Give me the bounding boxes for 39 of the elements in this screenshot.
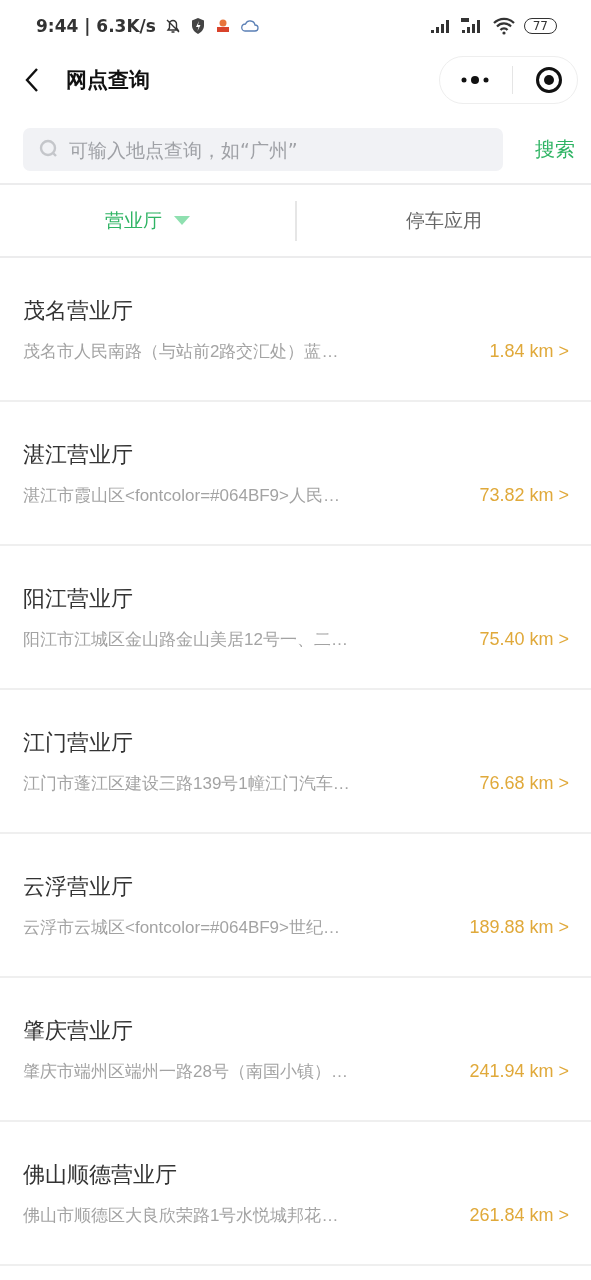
branch-name: 阳江营业厅 <box>23 584 134 613</box>
branch-distance: 189.88 km > <box>469 916 569 938</box>
page-title: 网点查询 <box>66 66 150 94</box>
branch-name: 佛山顺德营业厅 <box>23 1160 178 1189</box>
status-time: 9:44 | 6.3K/s <box>36 16 156 36</box>
branch-address: 阳江市江城区金山路金山美居12号一、二… <box>23 628 349 651</box>
close-target-icon[interactable] <box>535 65 563 94</box>
branch-address: 湛江市霞山区<fontcolor=#064BF9>人民… <box>23 484 341 507</box>
branch-address: 云浮市云城区<fontcolor=#064BF9>世纪… <box>23 916 341 939</box>
branch-name: 湛江营业厅 <box>23 440 134 469</box>
shield-icon <box>189 17 206 35</box>
branch-distance: 76.68 km > <box>479 772 569 794</box>
branch-list-item[interactable]: 茂名营业厅 茂名市人民南路（与站前2路交汇处）蓝… 1.84 km > <box>0 258 591 402</box>
branch-list-item[interactable]: 阳江营业厅 阳江市江城区金山路金山美居12号一、二… 75.40 km > <box>0 546 591 690</box>
branch-name: 江门营业厅 <box>23 728 134 757</box>
branch-name: 茂名营业厅 <box>23 296 134 325</box>
cloud-icon <box>239 18 260 34</box>
branch-list-item[interactable]: 江门营业厅 江门市蓬江区建设三路139号1幢江门汽车… 76.68 km > <box>0 690 591 834</box>
branch-name: 云浮营业厅 <box>23 872 134 901</box>
branch-address: 江门市蓬江区建设三路139号1幢江门汽车… <box>23 772 351 795</box>
search-field[interactable]: 可输入地点查询，如“广州” <box>23 128 503 171</box>
signal-icon <box>429 18 452 34</box>
branch-distance: 261.84 km > <box>469 1204 569 1226</box>
wifi-icon <box>491 17 516 35</box>
branch-address: 佛山市顺德区大良欣荣路1号水悦城邦花… <box>23 1204 340 1227</box>
branch-list-item[interactable]: 肇庆营业厅 肇庆市端州区端州一路28号（南国小镇）… 241.94 km > <box>0 978 591 1122</box>
branch-address: 肇庆市端州区端州一路28号（南国小镇）… <box>23 1060 349 1083</box>
filter-tab[interactable]: 停车应用 <box>405 207 482 234</box>
branch-distance: 241.94 km > <box>469 1060 569 1082</box>
branch-list-item[interactable]: 佛山顺德营业厅 佛山市顺德区大良欣荣路1号水悦城邦花… 261.84 km > <box>0 1122 591 1266</box>
more-icon[interactable] <box>460 74 490 85</box>
back-icon[interactable] <box>24 66 40 93</box>
branch-distance: 75.40 km > <box>479 628 569 650</box>
branch-list-item[interactable]: 湛江营业厅 湛江市霞山区<fontcolor=#064BF9>人民… 73.82 km > <box>0 402 591 546</box>
branch-address: 茂名市人民南路（与站前2路交汇处）蓝… <box>23 340 340 363</box>
branch-name: 肇庆营业厅 <box>23 1016 134 1045</box>
branch-distance: 1.84 km > <box>489 340 569 362</box>
branch-list-item[interactable]: 云浮营业厅 云浮市云城区<fontcolor=#064BF9>世纪… 189.88 km > <box>0 834 591 978</box>
branch-distance: 73.82 km > <box>479 484 569 506</box>
